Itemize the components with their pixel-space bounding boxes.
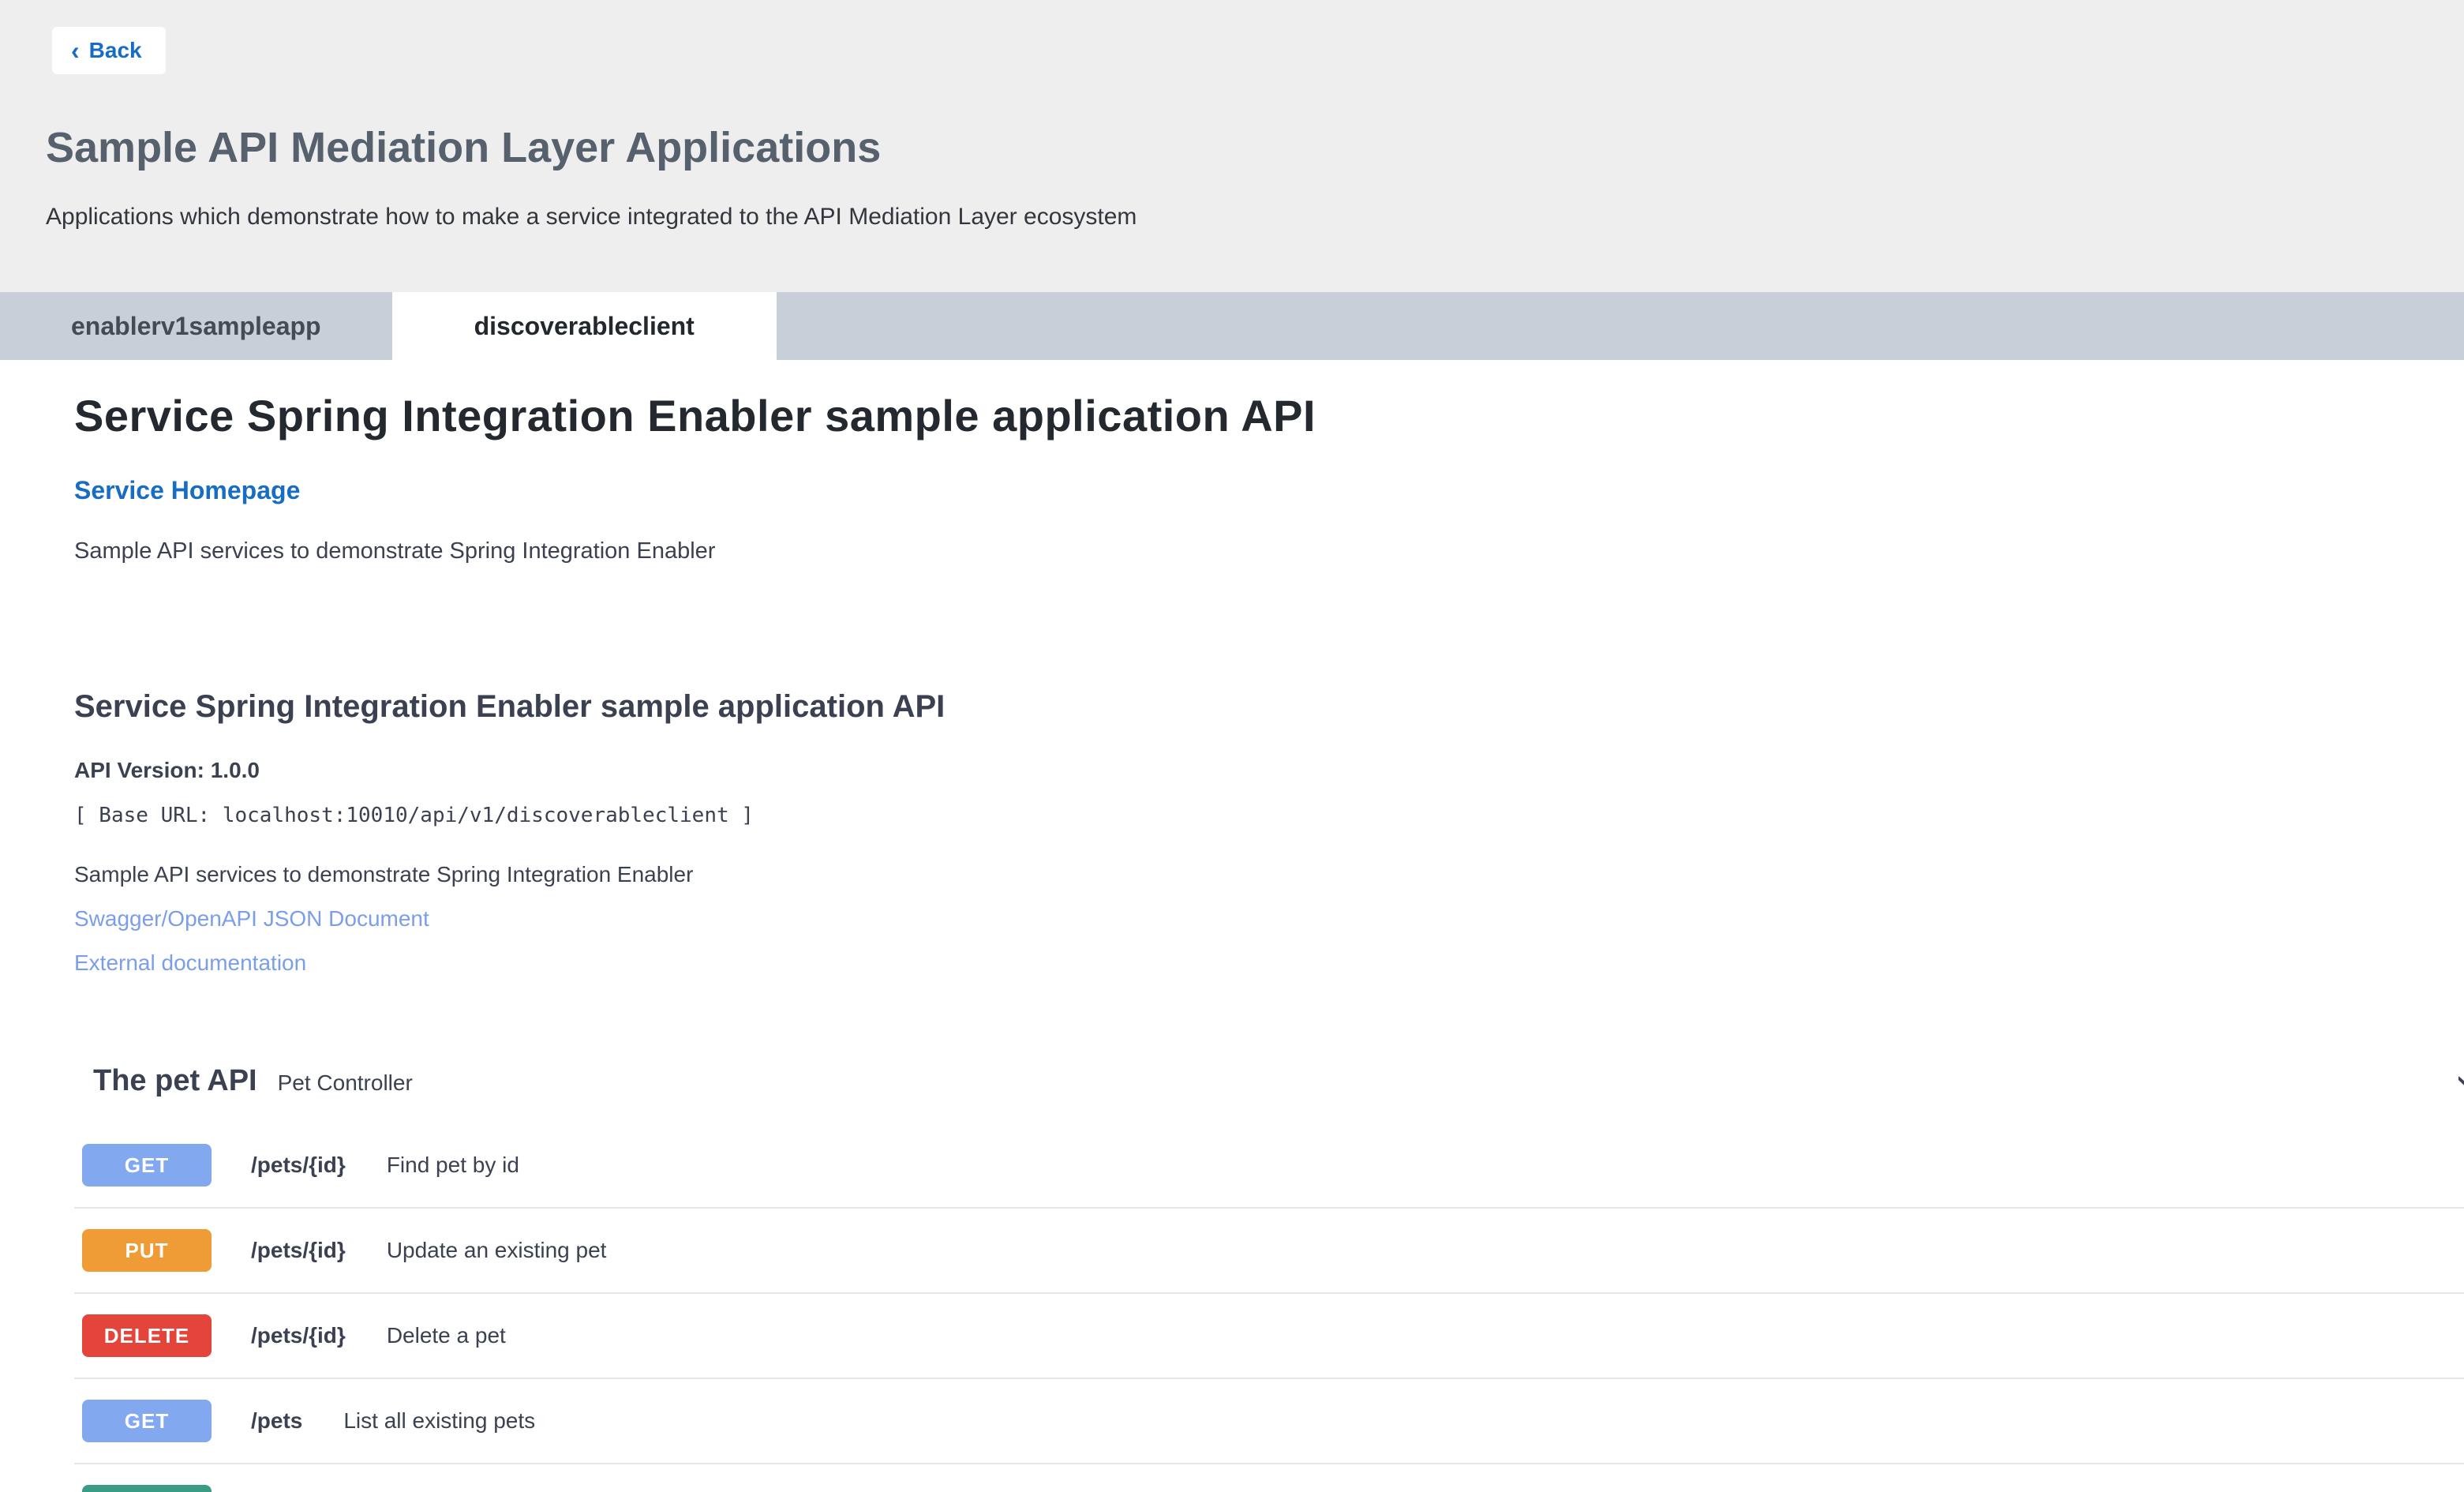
back-button[interactable]: ‹ Back [52, 27, 166, 74]
page-subtitle: Applications which demonstrate how to ma… [46, 204, 2464, 231]
pet-section-subtitle: Pet Controller [278, 1070, 413, 1096]
pet-api-section: The pet API Pet Controller › GET /pets/{… [74, 1064, 2464, 1492]
base-url: [ Base URL: localhost:10010/api/v1/disco… [74, 804, 2464, 827]
pet-section-title: The pet API [93, 1064, 257, 1098]
apidoc-description: Sample API services to demonstrate Sprin… [74, 862, 2464, 887]
api-version: API Version: 1.0.0 [74, 758, 2464, 783]
apidoc-title: Service Spring Integration Enabler sampl… [74, 689, 2464, 725]
service-title: Service Spring Integration Enabler sampl… [74, 390, 2464, 441]
back-button-label: Back [89, 38, 142, 63]
back-chevron-icon: ‹ [71, 38, 80, 63]
operation-path: /pets/{id} [251, 1323, 346, 1348]
operation-summary: List all existing pets [343, 1408, 535, 1434]
service-homepage-link[interactable]: Service Homepage [74, 476, 300, 505]
method-badge: PUT [82, 1229, 212, 1272]
method-badge: GET [82, 1400, 212, 1442]
service-description: Sample API services to demonstrate Sprin… [74, 538, 2464, 564]
operation-path: /pets/{id} [251, 1238, 346, 1263]
operation-path: /pets/{id} [251, 1153, 346, 1178]
method-badge: POST [82, 1485, 212, 1492]
section-collapse-chevron-icon[interactable]: › [2445, 1074, 2464, 1089]
tab-bar: enablerv1sampleapp discoverableclient [0, 292, 2464, 360]
method-badge: DELETE [82, 1314, 212, 1357]
operation-row[interactable]: POST /pets Add a new pet [74, 1464, 2464, 1492]
external-docs-link[interactable]: External documentation [74, 950, 2464, 976]
operation-row[interactable]: GET /pets/{id} Find pet by id [74, 1123, 2464, 1209]
operation-path: /pets [251, 1408, 302, 1434]
operation-row[interactable]: GET /pets List all existing pets [74, 1379, 2464, 1464]
app-header: ‹ Back Sample API Mediation Layer Applic… [0, 0, 2464, 292]
operation-row[interactable]: DELETE /pets/{id} Delete a pet [74, 1294, 2464, 1379]
pet-section-header[interactable]: The pet API Pet Controller › [74, 1064, 2464, 1098]
method-badge: GET [82, 1144, 212, 1186]
operation-summary: Find pet by id [387, 1153, 519, 1178]
swagger-json-link[interactable]: Swagger/OpenAPI JSON Document [74, 906, 2464, 932]
operation-summary: Delete a pet [387, 1323, 506, 1348]
tab-enablerv1sampleapp[interactable]: enablerv1sampleapp [0, 292, 392, 360]
tab-discoverableclient[interactable]: discoverableclient [392, 292, 777, 360]
operations-list: GET /pets/{id} Find pet by id PUT /pets/… [74, 1123, 2464, 1492]
page-title: Sample API Mediation Layer Applications [46, 123, 2464, 172]
operation-summary: Update an existing pet [387, 1238, 607, 1263]
operation-row[interactable]: PUT /pets/{id} Update an existing pet [74, 1209, 2464, 1294]
main-content: Service Spring Integration Enabler sampl… [0, 360, 2464, 1492]
